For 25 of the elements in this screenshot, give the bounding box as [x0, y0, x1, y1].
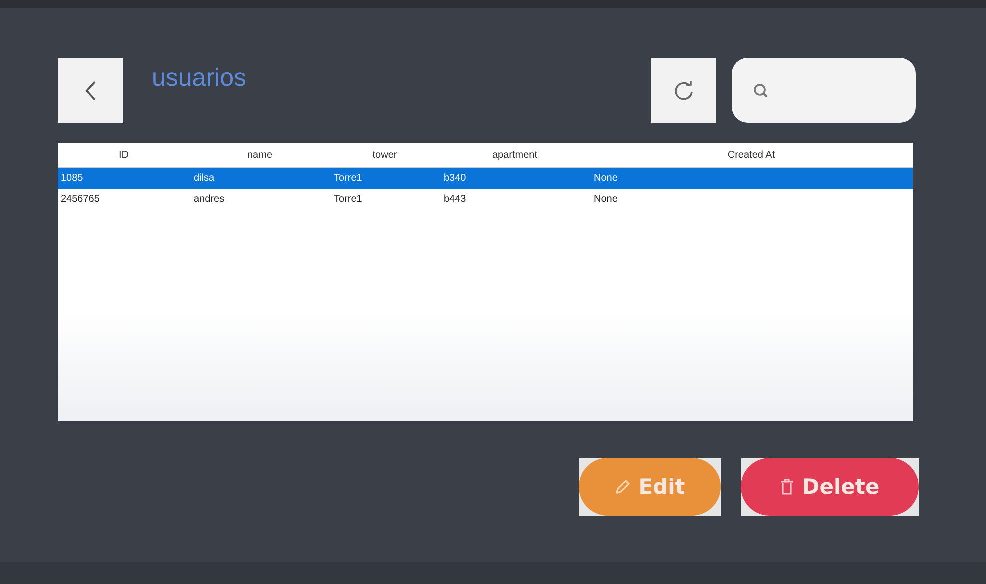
table-cell-text: Torre1: [333, 173, 364, 184]
page-title: usuarios: [152, 64, 246, 93]
table-cell-text: b443: [443, 194, 468, 205]
refresh-icon: [672, 80, 694, 102]
trash-icon: [780, 479, 794, 495]
pencil-icon: [614, 479, 631, 495]
chevron-left-icon: [84, 80, 98, 102]
table-cell-text: None: [593, 194, 619, 205]
column-header[interactable]: tower: [330, 150, 440, 160]
table-cell-text: 2456765: [60, 194, 101, 205]
search-field[interactable]: [732, 58, 916, 123]
table-row[interactable]: 1085 dilsa Torre1 b340 None: [58, 168, 913, 189]
table-cell-text: b340: [443, 173, 468, 184]
table-row[interactable]: 2456765 andres Torre1 b443 None: [58, 189, 913, 210]
table-cell-text: andres: [193, 194, 226, 205]
refresh-button[interactable]: [651, 58, 716, 123]
table-cell-text: 1085: [60, 173, 84, 184]
column-header[interactable]: ID: [58, 150, 190, 160]
column-header[interactable]: apartment: [440, 150, 590, 160]
column-header[interactable]: name: [190, 150, 330, 160]
table-cell-text: None: [593, 173, 619, 184]
table-cell-text: dilsa: [193, 173, 216, 184]
search-icon: [752, 82, 770, 100]
table-cell-text: Torre1: [333, 194, 364, 205]
column-header[interactable]: Created At: [590, 150, 913, 160]
